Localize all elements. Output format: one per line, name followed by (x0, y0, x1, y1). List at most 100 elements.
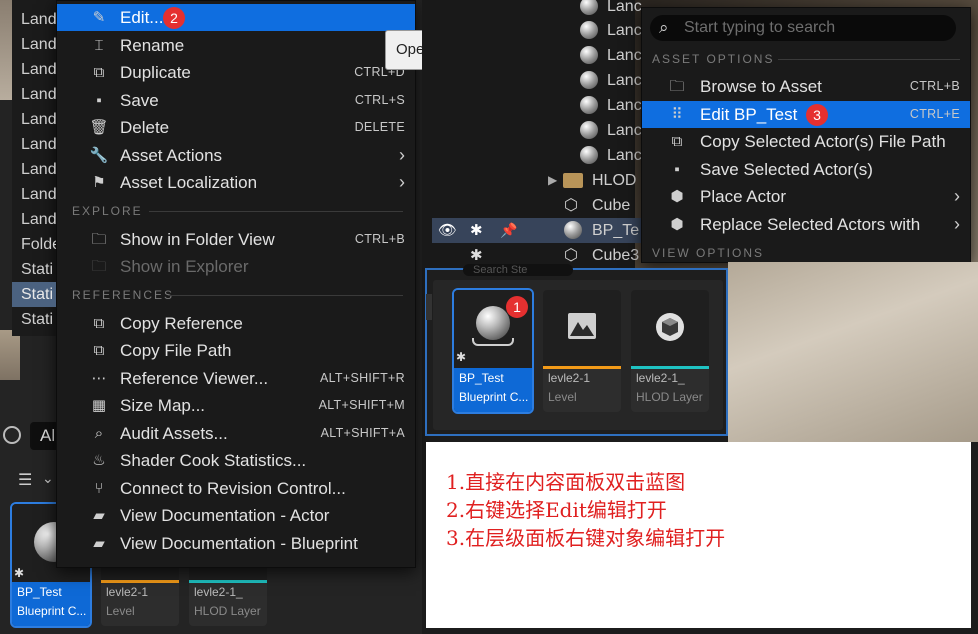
history-icon[interactable] (3, 426, 21, 444)
content-search-input[interactable]: Search Ste (463, 264, 573, 276)
outliner-row[interactable]: Land (12, 132, 56, 157)
duplicate-icon: ⧉ (93, 64, 105, 81)
chevron-down-icon[interactable]: ⌄ (42, 470, 54, 487)
outliner-row[interactable]: Stati (12, 257, 56, 282)
panel-resize-handle[interactable] (426, 294, 432, 320)
visibility-eye-icon[interactable]: 👁 (438, 218, 457, 243)
menu-item-place-actor[interactable]: ⬢ Place Actor › (642, 183, 970, 210)
pin-icon[interactable]: 📌 (500, 218, 517, 243)
menu-item-asset-localization[interactable]: ⚑ Asset Localization › (57, 169, 415, 196)
expand-arrow-icon[interactable]: ▶ (548, 168, 557, 193)
outliner-row[interactable]: Land (12, 82, 56, 107)
copy-icon: ⧉ (671, 133, 683, 150)
menu-item-delete[interactable]: 🗑 Delete DELETE (57, 114, 415, 141)
menu-item-label: Shader Cook Statistics... (120, 451, 307, 470)
menu-item-label: View Documentation - Actor (120, 506, 330, 525)
outliner-row-selected[interactable]: 👁 ✱ 📌 BP_Te (432, 218, 647, 243)
menu-search-input[interactable]: ⌕ Start typing to search (650, 15, 956, 41)
outliner-row[interactable]: Land (12, 157, 56, 182)
menu-item-save[interactable]: ▪ Save CTRL+S (57, 87, 415, 114)
menu-item-label: Duplicate (120, 63, 191, 82)
outliner-row-selected[interactable]: Stati (12, 282, 56, 307)
asset-name: levle2-1_ (636, 371, 685, 385)
instruction-line-2: 2.右键选择Edit编辑打开 (446, 498, 667, 522)
menu-item-copy-file-path[interactable]: ⧉ Copy File Path (57, 337, 415, 364)
menu-item-label: Asset Actions (120, 146, 223, 165)
instruction-line-1: 1.直接在内容面板双击蓝图 (446, 470, 686, 494)
menu-item-edit[interactable]: ✎ Edit... 2 (57, 4, 415, 31)
menu-item-replace-actors[interactable]: ⬢ Replace Selected Actors with › (642, 211, 970, 238)
menu-item-duplicate[interactable]: ⧉ Duplicate CTRL+D (57, 59, 415, 86)
star-icon: ✱ (456, 350, 467, 364)
outliner-row[interactable]: Land (12, 32, 56, 57)
menu-shortcut: ALT+SHIFT+A (320, 426, 405, 440)
menu-item-doc-blueprint[interactable]: ▰ View Documentation - Blueprint (57, 530, 415, 557)
menu-item-asset-actions[interactable]: 🔧 Asset Actions › (57, 142, 415, 169)
menu-item-revision-control[interactable]: ⑂ Connect to Revision Control... (57, 475, 415, 502)
asset-thumbnail (631, 290, 709, 368)
outliner-row[interactable]: Land (12, 207, 56, 232)
section-header-explore: EXPLORE (72, 204, 143, 218)
outliner-row[interactable]: Lanc (432, 18, 647, 43)
asset-tile-hlod[interactable]: levle2-1_ HLOD Layer (631, 290, 709, 412)
menu-item-reference-viewer[interactable]: ⋯ Reference Viewer... ALT+SHIFT+R (57, 365, 415, 392)
folder-icon (563, 173, 583, 188)
asset-tile-level[interactable]: levle2-1 Level (543, 290, 621, 412)
menu-item-copy-actor-path[interactable]: ⧉ Copy Selected Actor(s) File Path (642, 128, 970, 155)
outliner-row[interactable]: Lanc (432, 0, 647, 19)
asset-type: HLOD Layer (194, 604, 261, 618)
menu-item-save-actors[interactable]: ▪ Save Selected Actor(s) (642, 156, 970, 183)
outliner-row[interactable]: Lanc (432, 68, 647, 93)
menu-item-label: Edit... (120, 8, 164, 27)
outliner-row[interactable]: Land (12, 107, 56, 132)
menu-item-browse-to-asset[interactable]: 🗀 Browse to Asset CTRL+B (642, 73, 970, 100)
flag-icon: ⚑ (92, 174, 106, 191)
asset-tile-bp-test[interactable]: ✱ 1 BP_Test Blueprint C... (452, 288, 534, 414)
outliner-row[interactable]: Lanc (432, 43, 647, 68)
filter-icon[interactable]: ☰ (18, 470, 32, 490)
outliner-row[interactable]: Folde (12, 232, 56, 257)
revision-control-icon: ⑂ (94, 480, 104, 497)
outliner-row[interactable]: Land (12, 7, 56, 32)
wrench-icon: 🔧 (89, 147, 109, 164)
star-icon: ✱ (470, 222, 483, 239)
outliner-row[interactable]: Land (12, 57, 56, 82)
menu-item-size-map[interactable]: ▦ Size Map... ALT+SHIFT+M (57, 392, 415, 419)
outliner-label: Lanc (607, 47, 642, 64)
chevron-right-icon: › (399, 172, 405, 192)
viewport-edge-lower (0, 330, 20, 385)
menu-item-shader-cook-stats[interactable]: ♨ Shader Cook Statistics... (57, 447, 415, 474)
outliner-label: Lanc (607, 147, 642, 164)
outliner-label: HLOD (592, 172, 637, 189)
outliner-row[interactable]: Stati (12, 307, 56, 332)
menu-item-show-in-folder[interactable]: 🗀 Show in Folder View CTRL+B (57, 226, 415, 253)
menu-separator (149, 211, 403, 212)
asset-type: Blueprint C... (17, 604, 87, 618)
menu-item-label: Connect to Revision Control... (120, 479, 346, 498)
menu-item-label: Delete (120, 118, 170, 137)
outliner-row-folder[interactable]: ▶ HLOD (432, 168, 647, 193)
outliner-row[interactable]: Lanc (432, 143, 647, 168)
menu-item-label: Copy Reference (120, 314, 243, 333)
menu-item-edit-bp-test[interactable]: ⠿ Edit BP_Test 3 CTRL+E (642, 101, 970, 128)
search-icon: ⌕ (659, 18, 669, 37)
asset-name: BP_Test (459, 371, 504, 385)
menu-item-rename[interactable]: ⌶ Rename (57, 32, 415, 59)
save-icon: ▪ (674, 161, 680, 178)
menu-item-copy-reference[interactable]: ⧉ Copy Reference (57, 310, 415, 337)
outliner-row[interactable]: Lanc (432, 118, 647, 143)
outliner-row[interactable]: Lanc (432, 93, 647, 118)
documentation-icon: ▰ (93, 507, 105, 524)
size-map-icon: ▦ (91, 397, 107, 414)
outliner-label: Lanc (607, 72, 642, 89)
menu-item-audit-assets[interactable]: ⌕ Audit Assets... ALT+SHIFT+A (57, 420, 415, 447)
outliner-row[interactable]: Land (12, 182, 56, 207)
outliner-label: BP_Te (592, 222, 640, 239)
actor-icon (580, 21, 598, 39)
level-map-icon (568, 313, 596, 339)
menu-item-label: Audit Assets... (120, 424, 228, 443)
menu-item-doc-actor[interactable]: ▰ View Documentation - Actor (57, 502, 415, 529)
asset-type: HLOD Layer (636, 390, 703, 404)
outliner-row[interactable]: ⬡ Cube (432, 193, 647, 218)
menu-item-label: View Documentation - Blueprint (120, 534, 358, 553)
